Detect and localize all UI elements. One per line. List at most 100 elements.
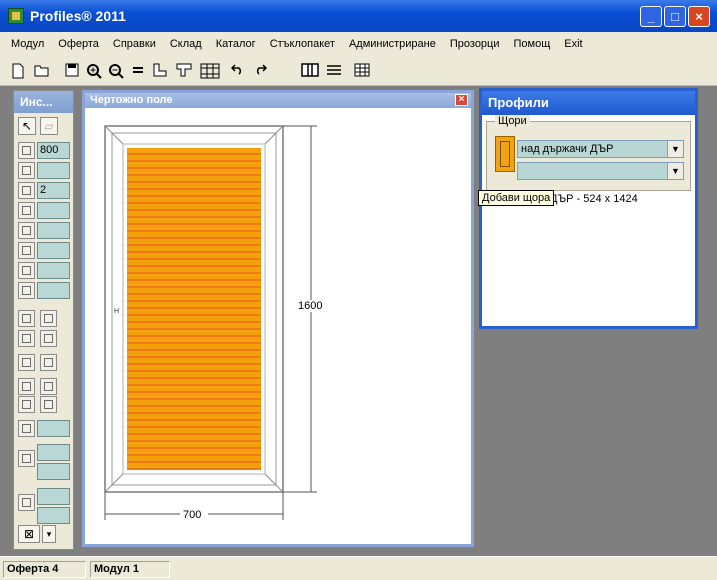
lines-icon[interactable] xyxy=(324,61,344,81)
tilt-turn-left-icon[interactable] xyxy=(18,396,35,413)
hinge-marker: H xyxy=(114,308,119,315)
cols-tool-icon[interactable] xyxy=(18,282,35,299)
maximize-button[interactable]: □ xyxy=(664,6,686,27)
menu-catalog[interactable]: Каталог xyxy=(209,38,263,50)
status-module: Модул 1 xyxy=(90,561,170,578)
profiles-window: Профили Щори над държачи ДЪР ▼ ▼ xyxy=(479,88,698,329)
width-tool-icon[interactable] xyxy=(18,142,35,159)
dim-height-label: 1600 xyxy=(298,300,322,312)
profile-t-icon[interactable] xyxy=(174,61,194,81)
corner-line-br xyxy=(264,473,284,493)
palette-field-10[interactable] xyxy=(37,444,70,461)
shutter-type-combo[interactable]: над държачи ДЪР ▼ xyxy=(517,140,684,158)
palette-field-8[interactable] xyxy=(37,282,70,299)
turn-icon[interactable] xyxy=(40,354,57,371)
arrow-tool-icon[interactable]: ↖ xyxy=(18,117,36,135)
open-icon[interactable] xyxy=(32,61,52,81)
palette-field-6[interactable] xyxy=(37,242,70,259)
redo-icon[interactable] xyxy=(250,61,270,81)
palette-field-2[interactable] xyxy=(37,162,70,179)
grid-frame-icon[interactable] xyxy=(198,61,222,81)
status-bar: Оферта 4 Модул 1 xyxy=(0,556,717,580)
status-module-label: Модул xyxy=(94,563,130,575)
columns-icon[interactable] xyxy=(300,61,320,81)
menu-warehouse[interactable]: Склад xyxy=(163,38,209,50)
status-offer-label: Оферта xyxy=(7,563,50,575)
width-field[interactable]: 800 xyxy=(37,142,70,159)
drawing-close-icon[interactable]: × xyxy=(455,94,468,106)
tilt-turn-right-icon[interactable] xyxy=(40,396,57,413)
profiles-window-title: Профили xyxy=(482,91,695,115)
dim-width-label: 700 xyxy=(183,509,201,521)
palette-field-13[interactable] xyxy=(37,507,70,524)
corner-line-tl xyxy=(104,125,124,145)
palette-title: Инс... xyxy=(14,91,73,113)
arc-tool-icon[interactable] xyxy=(18,494,35,511)
profile-l-icon[interactable] xyxy=(150,61,170,81)
slope-tool-icon[interactable] xyxy=(18,450,35,467)
chevron-down-icon[interactable]: ▼ xyxy=(667,163,683,179)
column-tool-icon[interactable] xyxy=(18,242,35,259)
menu-module[interactable]: Модул xyxy=(4,38,51,50)
shape-tool-icon[interactable]: ⊠ xyxy=(18,525,40,543)
shutters-group: Щори над държачи ДЪР ▼ ▼ xyxy=(486,115,691,191)
equals-icon[interactable] xyxy=(128,61,148,81)
shutter-variant-combo[interactable]: ▼ xyxy=(517,162,684,180)
new-icon[interactable] xyxy=(8,61,28,81)
open-left-icon[interactable] xyxy=(18,378,35,395)
add-shutter-button[interactable] xyxy=(495,136,515,172)
app-title-bar: Profiles® 2011 _ □ × xyxy=(0,0,717,32)
save-icon[interactable] xyxy=(62,61,82,81)
shutter-type-value: над държачи ДЪР xyxy=(521,143,614,155)
palette-field-12[interactable] xyxy=(37,488,70,505)
zoom-out-icon[interactable] xyxy=(106,61,126,81)
undo-icon[interactable] xyxy=(228,61,248,81)
palette-field-11[interactable] xyxy=(37,463,70,480)
horizontal-split-icon[interactable] xyxy=(18,182,35,199)
menu-glazing[interactable]: Стъклопакет xyxy=(263,38,342,50)
menu-windows[interactable]: Прозорци xyxy=(443,38,507,50)
close-button[interactable]: × xyxy=(688,6,710,27)
shutters-group-label: Щори xyxy=(495,115,530,127)
status-offer: Оферта 4 xyxy=(3,561,86,578)
sash-right-icon[interactable] xyxy=(40,310,57,327)
chevron-down-icon[interactable]: ▼ xyxy=(667,141,683,157)
menu-admin[interactable]: Администриране xyxy=(342,38,443,50)
palette-field-7[interactable] xyxy=(37,262,70,279)
count-field[interactable]: 2 xyxy=(37,182,70,199)
palette-field-4[interactable] xyxy=(37,202,70,219)
fixed-glass-icon[interactable] xyxy=(18,420,35,437)
toolbar xyxy=(0,56,717,86)
tilt-icon[interactable] xyxy=(18,354,35,371)
menu-bar: Модул Оферта Справки Склад Каталог Стъкл… xyxy=(0,32,717,56)
sash-bottom-icon[interactable] xyxy=(40,330,57,347)
sash-top-icon[interactable] xyxy=(18,330,35,347)
status-offer-number: 4 xyxy=(52,563,59,575)
corner-line-tr xyxy=(264,125,284,145)
app-title: Profiles® 2011 xyxy=(30,8,126,24)
drawing-window-title: Чертожно поле xyxy=(85,93,471,108)
vertical-split-icon[interactable] xyxy=(18,162,35,179)
tool-palette: Инс... ↖ ▱ 800 2 ⊠ ▾ xyxy=(13,90,74,550)
sash-left-icon[interactable] xyxy=(18,310,35,327)
eraser-tool-icon[interactable]: ▱ xyxy=(40,117,58,135)
drawing-canvas[interactable]: 1600 700 H xyxy=(85,108,471,544)
zoom-in-icon[interactable] xyxy=(84,61,104,81)
bar-tool-icon[interactable] xyxy=(18,222,35,239)
add-shutter-tooltip: Добави щора xyxy=(478,190,555,206)
palette-field-5[interactable] xyxy=(37,222,70,239)
rows-tool-icon[interactable] xyxy=(18,262,35,279)
shape-dropdown-icon[interactable]: ▾ xyxy=(42,525,56,543)
table-icon[interactable] xyxy=(352,61,372,81)
multi-split-icon[interactable] xyxy=(18,202,35,219)
menu-reports[interactable]: Справки xyxy=(106,38,163,50)
menu-offer[interactable]: Оферта xyxy=(51,38,106,50)
app-icon xyxy=(8,8,24,24)
menu-exit[interactable]: Exit xyxy=(557,38,589,50)
drawing-window: Чертожно поле × 1600 700 H xyxy=(82,90,474,547)
open-right-icon[interactable] xyxy=(40,378,57,395)
palette-field-9[interactable] xyxy=(37,420,70,437)
menu-help[interactable]: Помощ xyxy=(507,38,558,50)
minimize-button[interactable]: _ xyxy=(640,6,662,27)
status-module-number: 1 xyxy=(132,563,140,575)
